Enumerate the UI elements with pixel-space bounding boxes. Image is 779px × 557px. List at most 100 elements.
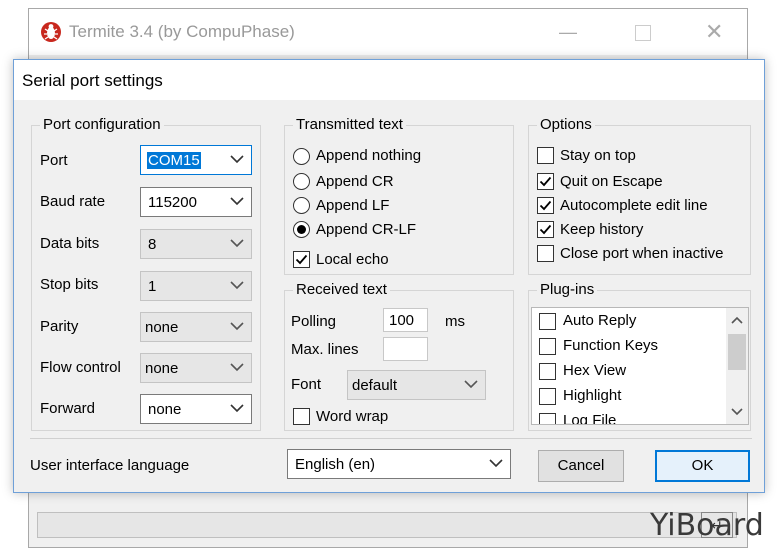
word-wrap-label: Word wrap xyxy=(316,408,389,425)
chevron-down-icon xyxy=(230,155,244,164)
chevron-down-icon xyxy=(230,404,244,413)
font-label: Font xyxy=(291,376,322,393)
plugins-legend: Plug-ins xyxy=(537,281,598,298)
auto-reply-label: Auto Reply xyxy=(563,312,637,329)
flow-control-select[interactable]: none xyxy=(140,353,252,383)
port-value: COM15 xyxy=(147,152,201,169)
ui-language-label: User interface language xyxy=(30,457,190,474)
hex-view-checkbox[interactable] xyxy=(539,363,556,380)
close-port-inactive-label: Close port when inactive xyxy=(560,245,724,262)
forward-label: Forward xyxy=(40,400,96,417)
command-input[interactable] xyxy=(37,512,737,538)
port-configuration-legend: Port configuration xyxy=(40,116,164,133)
ui-language-select[interactable]: English (en) xyxy=(287,449,511,479)
checkmark-icon xyxy=(539,176,552,187)
word-wrap-checkbox[interactable] xyxy=(293,408,310,425)
polling-input[interactable]: 100 xyxy=(383,308,428,332)
highlight-checkbox[interactable] xyxy=(539,388,556,405)
polling-value: 100 xyxy=(389,312,415,329)
checkmark-icon xyxy=(539,224,552,235)
stay-on-top-checkbox[interactable] xyxy=(537,147,554,164)
serial-port-settings-dialog: Serial port settings Port configuration … xyxy=(13,59,765,493)
chevron-down-icon xyxy=(489,459,503,468)
forward-value: none xyxy=(148,401,182,418)
log-file-checkbox[interactable] xyxy=(539,413,556,424)
stop-bits-value: 1 xyxy=(148,278,157,295)
received-text-legend: Received text xyxy=(293,281,390,298)
data-bits-value: 8 xyxy=(148,236,157,253)
highlight-label: Highlight xyxy=(563,387,622,404)
close-port-inactive-checkbox[interactable] xyxy=(537,245,554,262)
dialog-separator xyxy=(30,438,752,439)
minimize-icon[interactable]: — xyxy=(559,22,577,43)
chevron-down-icon xyxy=(230,281,244,290)
port-select[interactable]: COM15 xyxy=(140,145,252,175)
termite-window-title: Termite 3.4 (by CompuPhase) xyxy=(69,22,295,41)
polling-label: Polling xyxy=(291,313,337,330)
function-keys-label: Function Keys xyxy=(563,337,659,354)
chevron-down-icon xyxy=(230,239,244,248)
checkmark-icon xyxy=(295,254,308,265)
scrollbar-thumb[interactable] xyxy=(728,334,746,370)
local-echo-checkbox[interactable] xyxy=(293,251,310,268)
chevron-down-icon xyxy=(464,380,478,389)
append-cr-lf-label: Append CR-LF xyxy=(316,221,417,238)
autocomplete-checkbox[interactable] xyxy=(537,197,554,214)
hex-view-label: Hex View xyxy=(563,362,627,379)
auto-reply-checkbox[interactable] xyxy=(539,313,556,330)
keep-history-label: Keep history xyxy=(560,221,644,238)
stay-on-top-label: Stay on top xyxy=(560,147,636,164)
transmitted-text-legend: Transmitted text xyxy=(293,116,406,133)
baud-rate-select[interactable]: 115200 xyxy=(140,187,252,217)
append-lf-radio[interactable] xyxy=(293,197,310,214)
termite-app-icon xyxy=(41,22,61,42)
ui-language-value: English (en) xyxy=(295,456,376,473)
append-cr-radio[interactable] xyxy=(293,173,310,190)
chevron-down-icon xyxy=(230,363,244,372)
parity-value: none xyxy=(145,319,179,336)
font-select[interactable]: default xyxy=(347,370,486,400)
max-lines-label: Max. lines xyxy=(291,341,359,358)
plugins-scrollbar[interactable] xyxy=(726,308,748,424)
close-icon[interactable]: ✕ xyxy=(705,19,723,45)
stop-bits-select[interactable]: 1 xyxy=(140,271,252,301)
baud-rate-value: 115200 xyxy=(148,194,197,211)
log-file-label: Log File xyxy=(563,412,617,425)
port-label: Port xyxy=(40,152,68,169)
data-bits-label: Data bits xyxy=(40,235,100,252)
forward-select[interactable]: none xyxy=(140,394,252,424)
chevron-down-icon[interactable] xyxy=(731,408,743,416)
maximize-icon[interactable] xyxy=(635,25,651,41)
append-nothing-label: Append nothing xyxy=(316,147,422,164)
parity-select[interactable]: none xyxy=(140,312,252,342)
local-echo-label: Local echo xyxy=(316,251,389,268)
yiboard-watermark: YiBoard xyxy=(650,508,764,543)
flow-control-value: none xyxy=(145,360,179,377)
ok-button[interactable]: OK xyxy=(655,450,750,482)
autocomplete-label: Autocomplete edit line xyxy=(560,197,708,214)
quit-on-escape-checkbox[interactable] xyxy=(537,173,554,190)
append-lf-label: Append LF xyxy=(316,197,390,214)
dialog-title-bar: Serial port settings xyxy=(14,60,764,100)
keep-history-checkbox[interactable] xyxy=(537,221,554,238)
checkmark-icon xyxy=(539,200,552,211)
append-nothing-radio[interactable] xyxy=(293,148,310,165)
quit-on-escape-label: Quit on Escape xyxy=(560,173,663,190)
font-value: default xyxy=(352,377,398,394)
polling-unit: ms xyxy=(445,313,465,330)
chevron-down-icon xyxy=(230,322,244,331)
append-cr-label: Append CR xyxy=(316,173,394,190)
flow-control-label: Flow control xyxy=(40,359,121,376)
dialog-title: Serial port settings xyxy=(22,71,163,90)
stop-bits-label: Stop bits xyxy=(40,276,99,293)
baud-rate-label: Baud rate xyxy=(40,193,106,210)
data-bits-select[interactable]: 8 xyxy=(140,229,252,259)
function-keys-checkbox[interactable] xyxy=(539,338,556,355)
chevron-up-icon[interactable] xyxy=(731,316,743,324)
max-lines-input[interactable] xyxy=(383,337,428,361)
cancel-button[interactable]: Cancel xyxy=(538,450,624,482)
chevron-down-icon xyxy=(230,197,244,206)
append-cr-lf-radio[interactable] xyxy=(293,221,310,238)
plugins-list: Auto Reply Function Keys Hex View Highli… xyxy=(531,307,749,425)
parity-label: Parity xyxy=(40,318,79,335)
